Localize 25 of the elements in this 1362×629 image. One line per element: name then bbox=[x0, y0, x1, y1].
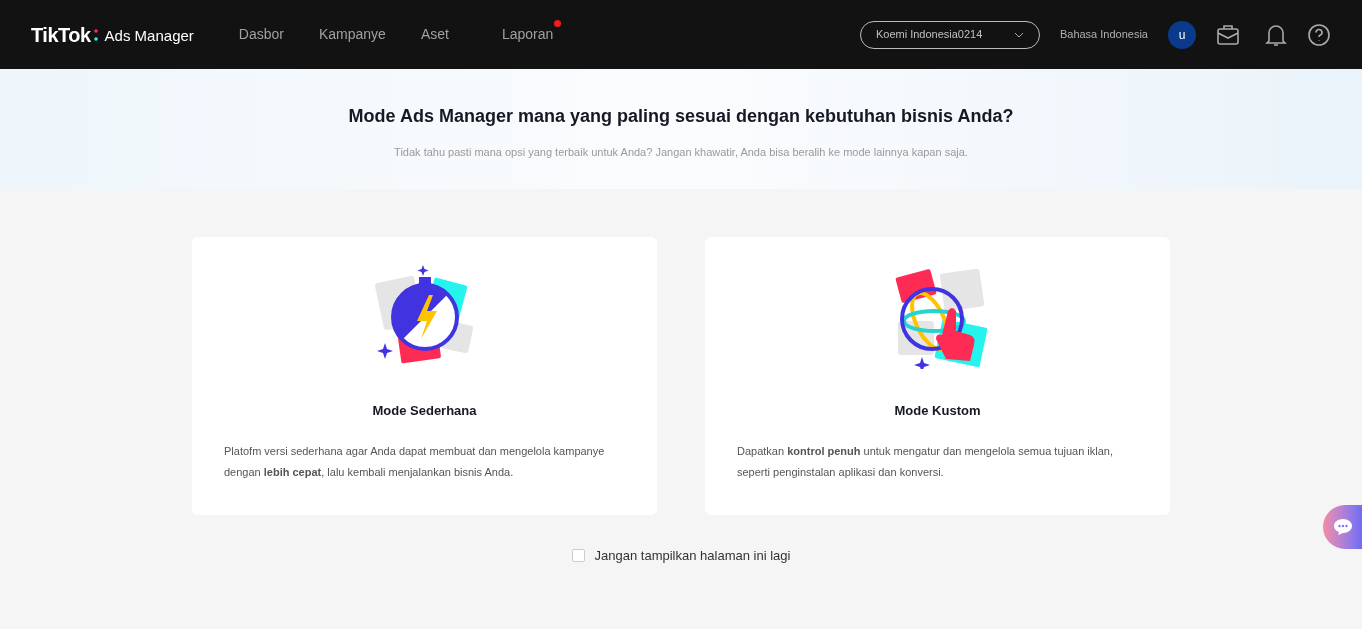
checkbox[interactable] bbox=[571, 549, 585, 563]
mode-description: Platofm versi sederhana agar Anda dapat membuat dan mengelola kampanye dengan lebih cepat, lalu kembali menjalankan bisnis Anda. bbox=[224, 443, 606, 480]
product-name: Ads Manager bbox=[104, 25, 194, 46]
nav-link[interactable]: Kampanye bbox=[318, 24, 386, 45]
chat-button[interactable] bbox=[1323, 505, 1362, 549]
logo-dots-icon bbox=[93, 28, 98, 41]
nav-link[interactable]: Aset bbox=[420, 24, 449, 45]
mode-title: Mode Kustom bbox=[894, 402, 981, 420]
page-title: Mode Ads Manager mana yang paling sesuai dengan kebutuhan bisnis Anda? bbox=[348, 105, 1014, 128]
mode-title: Mode Sederhana bbox=[372, 402, 477, 420]
help-icon[interactable] bbox=[1307, 22, 1331, 47]
bell-icon[interactable] bbox=[1265, 22, 1287, 47]
mode-description: Dapatkan kontrol penuh untuk mengatur dan mengelola semua tujuan iklan, seperti penginstalan aplikasi dan konversi. bbox=[737, 443, 1115, 480]
nav-link[interactable]: Laporan bbox=[501, 24, 554, 45]
language-link[interactable]: Bahasa Indonesia bbox=[1059, 26, 1148, 43]
mode-card[interactable]: Mode Sederhana Platofm versi sederhana agar Anda dapat membuat dan mengelola kampanye dengan lebih cepat, lalu kembali menjalankan bisnis Anda. bbox=[192, 237, 657, 515]
briefcase-icon[interactable] bbox=[1216, 22, 1240, 47]
logo-wordmark[interactable]: TikTok bbox=[31, 19, 91, 50]
chat-bubble-icon bbox=[1333, 518, 1353, 536]
user-avatar[interactable]: u bbox=[1168, 20, 1196, 49]
page-subtitle: Tidak tahu pasti mana opsi yang terbaik untuk Anda? Jangan khawatir, Anda bisa beralih ke mode lainnya kapan saja. bbox=[394, 145, 968, 160]
chevron-down-icon bbox=[1013, 31, 1024, 38]
nav-link[interactable]: Dasbor bbox=[238, 24, 284, 45]
checkbox-label: Jangan tampilkan halaman ini lagi bbox=[594, 547, 791, 565]
mode-card[interactable]: Mode Kustom Dapatkan kontrol penuh untuk mengatur dan mengelola semua tujuan iklan, seperti penginstalan aplikasi dan konversi. bbox=[705, 237, 1170, 515]
